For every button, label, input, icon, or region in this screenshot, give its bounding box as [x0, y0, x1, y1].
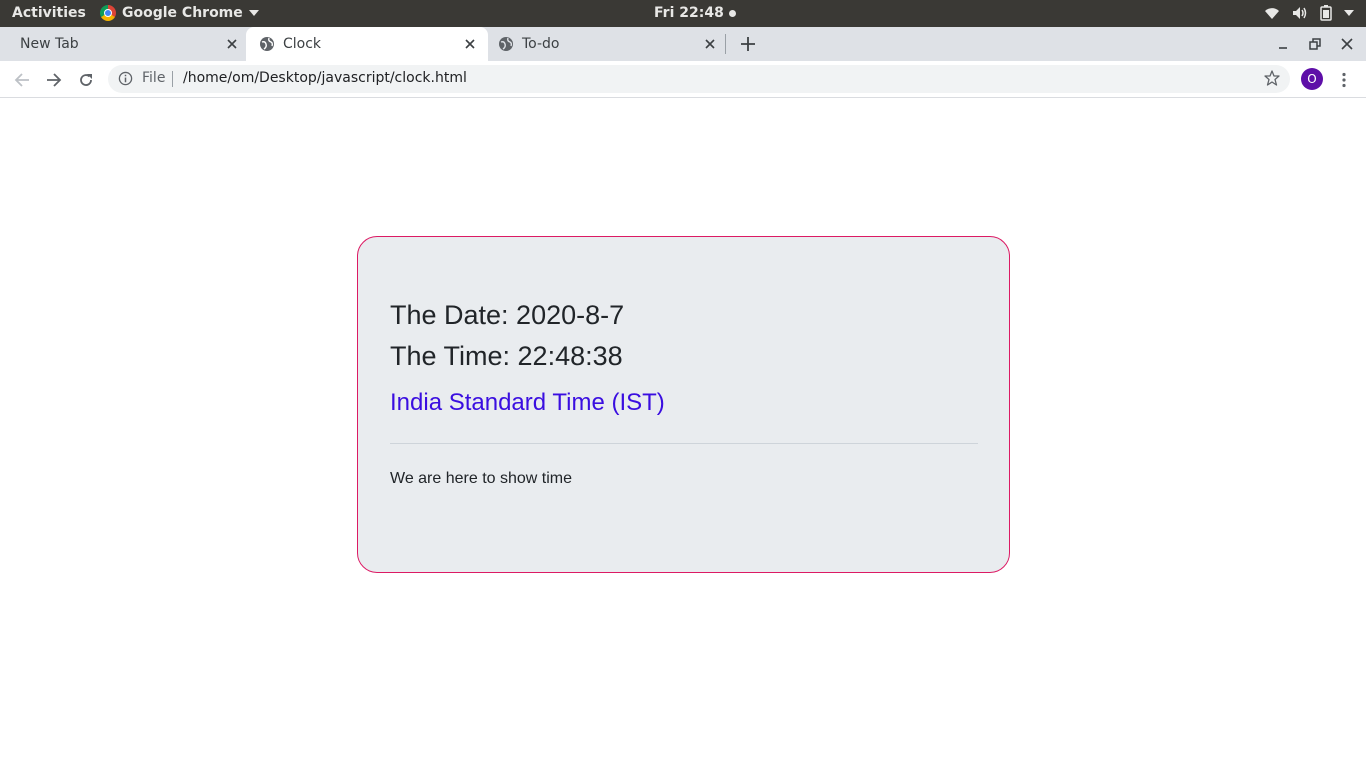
caret-down-icon: [1344, 10, 1354, 16]
activities-button[interactable]: Activities: [12, 5, 86, 21]
system-clock-label: Fri 22:48: [654, 5, 724, 21]
globe-icon: [498, 36, 514, 56]
reload-button[interactable]: [76, 70, 96, 90]
globe-icon: [259, 36, 275, 56]
tab-title: Clock: [283, 36, 322, 52]
window-close-button[interactable]: [1339, 36, 1355, 52]
arrow-left-icon: [14, 73, 29, 87]
kebab-menu-icon: [1342, 72, 1346, 88]
system-clock[interactable]: Fri 22:48: [654, 5, 736, 21]
system-top-bar: Activities Google Chrome Fri 22:48: [0, 0, 1366, 27]
page-viewport: The Date: 2020-8-7 The Time: 22:48:38 In…: [0, 99, 1366, 768]
volume-icon: [1293, 7, 1307, 19]
profile-avatar[interactable]: O: [1301, 68, 1323, 90]
clock-card: The Date: 2020-8-7 The Time: 22:48:38 In…: [357, 236, 1010, 573]
notification-dot-icon: [728, 9, 736, 17]
close-icon[interactable]: [224, 36, 240, 52]
minimize-icon: [1279, 47, 1287, 49]
app-menu-label: Google Chrome: [122, 5, 243, 21]
battery-icon: [1320, 5, 1332, 21]
avatar-initial: O: [1307, 72, 1317, 86]
info-icon[interactable]: [118, 71, 133, 90]
caret-down-icon: [248, 10, 259, 16]
tab-title: To-do: [522, 36, 560, 52]
wifi-icon: [1265, 8, 1279, 19]
tab-new-tab[interactable]: New Tab: [0, 27, 246, 61]
description-text: We are here to show time: [390, 470, 573, 487]
browser-toolbar: File /home/om/Desktop/javascript/clock.h…: [0, 61, 1366, 98]
tab-clock[interactable]: Clock: [246, 27, 488, 61]
tab-separator: [725, 34, 726, 54]
close-icon[interactable]: [702, 36, 718, 52]
reload-icon: [80, 74, 92, 86]
url-text[interactable]: /home/om/Desktop/javascript/clock.html: [183, 70, 467, 86]
scheme-label: File: [142, 70, 166, 86]
minimize-button[interactable]: [1275, 36, 1291, 52]
restore-icon: [1309, 38, 1321, 50]
address-bar[interactable]: File /home/om/Desktop/javascript/clock.h…: [108, 65, 1290, 93]
close-icon: [1341, 38, 1353, 50]
omnibox-divider: [172, 71, 173, 87]
new-tab-button[interactable]: [738, 34, 758, 54]
chrome-logo-icon: [100, 5, 116, 21]
tab-title: New Tab: [20, 36, 79, 52]
browser-menu-button[interactable]: [1336, 70, 1352, 90]
back-button[interactable]: [12, 70, 32, 90]
time-heading: The Time: 22:48:38: [390, 341, 623, 371]
close-icon[interactable]: [462, 36, 478, 52]
tab-strip: New Tab Clock To-do: [0, 27, 1366, 61]
timezone-heading: India Standard Time (IST): [390, 389, 665, 416]
divider: [390, 443, 978, 444]
forward-button[interactable]: [44, 70, 64, 90]
tab-to-do[interactable]: To-do: [488, 27, 726, 61]
plus-icon: [741, 37, 755, 51]
restore-button[interactable]: [1307, 36, 1323, 52]
system-tray[interactable]: [1264, 5, 1354, 21]
date-heading: The Date: 2020-8-7: [390, 300, 625, 330]
arrow-right-icon: [47, 73, 62, 87]
app-menu[interactable]: Google Chrome: [100, 5, 259, 21]
star-icon[interactable]: [1264, 70, 1280, 90]
